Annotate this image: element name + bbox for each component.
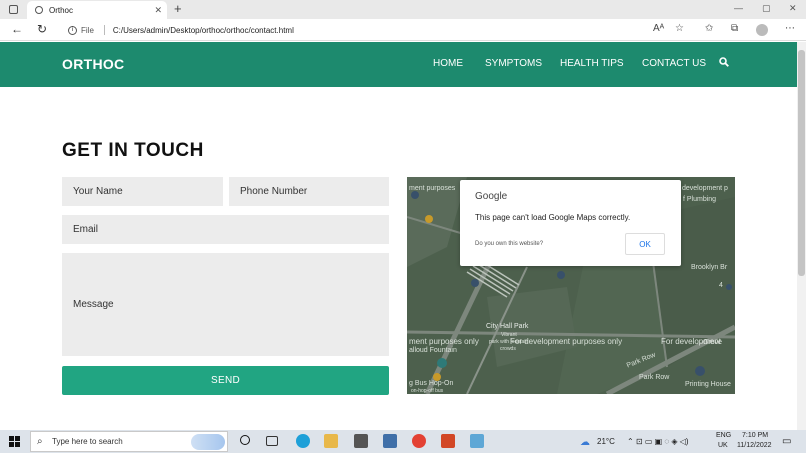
protocol-label: File <box>81 25 94 35</box>
tab-title: Orthoc <box>49 5 74 15</box>
search-icon[interactable] <box>719 57 729 67</box>
close-window-button[interactable]: ✕ <box>789 3 797 14</box>
dialog-ok-button[interactable]: OK <box>625 233 665 255</box>
language-top[interactable]: ENG <box>716 432 731 439</box>
map-label-dev-mid-left: ment purposes only <box>409 337 479 346</box>
task-view-circle-icon[interactable] <box>240 435 250 445</box>
dialog-message: This page can't load Google Maps correct… <box>475 213 631 222</box>
tab-favicon-icon <box>35 6 43 14</box>
powerpoint-icon[interactable] <box>441 434 455 448</box>
site-info-icon[interactable]: i <box>68 25 77 35</box>
settings-more-icon[interactable]: ⋯ <box>785 23 795 34</box>
taskbar-search-text: Type here to search <box>52 437 123 446</box>
search-highlight-icon <box>191 434 225 450</box>
address-bar[interactable]: i File C:/Users/admin/Desktop/orthoc/ort… <box>60 21 700 39</box>
address-divider <box>103 25 105 35</box>
app-icon[interactable] <box>470 434 484 448</box>
language-bottom[interactable]: UK <box>718 442 728 449</box>
collections-icon[interactable]: ⧉ <box>731 23 738 34</box>
send-button[interactable]: SEND <box>62 366 389 395</box>
map-label-printing-house: Printing House <box>685 381 731 388</box>
nav-symptoms[interactable]: SYMPTOMS <box>485 58 542 69</box>
site-header: ORTHOC HOME SYMPTOMS HEALTH TIPS CONTACT… <box>0 42 797 87</box>
map-label-bus-sub: on-hop-off bus <box>411 388 444 394</box>
map-label-crowds: crowds <box>500 346 516 352</box>
scrollbar-thumb[interactable] <box>798 50 805 276</box>
dialog-own-website-link[interactable]: Do you own this website? <box>475 241 543 247</box>
clock-date[interactable]: 11/12/2022 <box>737 442 772 449</box>
new-tab-button[interactable]: + <box>174 1 182 17</box>
browser-toolbar: ← ↻ i File C:/Users/admin/Desktop/orthoc… <box>0 19 806 41</box>
task-view-icon[interactable] <box>266 436 278 446</box>
google-map[interactable]: ment purposes development p f Plumbing B… <box>407 177 735 394</box>
taskbar-search-box[interactable]: ⌕ Type here to search <box>30 431 228 452</box>
map-label-dev-top-left: ment purposes <box>409 185 456 192</box>
app-window-icon[interactable] <box>383 434 397 448</box>
workspaces-icon[interactable] <box>9 5 18 14</box>
maximize-button[interactable]: ▢ <box>762 3 771 14</box>
message-textarea[interactable]: Message <box>62 253 389 356</box>
map-label-num-4: 4 <box>719 282 723 289</box>
page-title: GET IN TOUCH <box>62 140 204 161</box>
refresh-icon[interactable]: ↻ <box>37 22 47 37</box>
phone-input[interactable]: Phone Number <box>229 177 389 206</box>
maps-error-dialog: Google This page can't load Google Maps … <box>460 180 681 266</box>
system-tray-icons[interactable]: ⌃ ⊡ ▭ ▣ ◌ ◈ ◁) <box>627 437 689 446</box>
screen: Orthoc ✕ + — ▢ ✕ ← ↻ i File C:/Users/adm… <box>0 0 806 453</box>
windows-start-icon[interactable] <box>9 436 20 447</box>
browser-tab[interactable]: Orthoc ✕ <box>27 1 167 19</box>
dialog-google-logo: Google <box>475 191 508 202</box>
tab-close-icon[interactable]: ✕ <box>154 5 162 16</box>
chrome-icon[interactable] <box>412 434 426 448</box>
windows-taskbar: ⌕ Type here to search ☁ 21°C ⌃ ⊡ ▭ ▣ ◌ ◈… <box>0 430 806 453</box>
map-label-plumbing: f Plumbing <box>683 196 717 203</box>
clock-time[interactable]: 7:10 PM <box>742 432 768 439</box>
favorites-icon[interactable]: ✩ <box>705 23 713 34</box>
browser-tab-strip: Orthoc ✕ + — ▢ ✕ <box>0 0 806 19</box>
favorite-star-icon[interactable]: ☆ <box>675 23 684 34</box>
weather-cloud-icon[interactable]: ☁ <box>580 437 590 448</box>
nav-contact-us[interactable]: CONTACT US <box>642 58 706 69</box>
site-logo[interactable]: ORTHOC <box>62 56 124 72</box>
mail-icon[interactable] <box>354 434 368 448</box>
weather-temp[interactable]: 21°C <box>597 437 615 446</box>
nav-health-tips[interactable]: HEALTH TIPS <box>560 58 624 69</box>
map-label-fountain: alloud Fountain <box>409 347 457 354</box>
url-text[interactable]: C:/Users/admin/Desktop/orthoc/orthoc/con… <box>113 26 294 35</box>
minimize-button[interactable]: — <box>734 3 743 13</box>
back-icon[interactable]: ← <box>11 22 23 37</box>
email-input[interactable]: Email <box>62 215 389 244</box>
nav-home[interactable]: HOME <box>433 58 463 69</box>
notifications-icon[interactable]: ▭ <box>782 436 791 447</box>
map-label-dev-top-right: development p <box>682 185 728 192</box>
edge-browser-icon[interactable] <box>296 434 310 448</box>
map-label-bus: g Bus Hop-On <box>409 380 454 387</box>
page-scrollbar[interactable] <box>797 42 806 430</box>
map-label-brooklyn: Brooklyn Br <box>691 264 728 271</box>
profile-avatar[interactable] <box>756 24 768 36</box>
map-label-dev-mid-center: For development purposes only <box>510 337 623 346</box>
read-aloud-icon[interactable]: Aᴬ <box>653 23 664 34</box>
name-input[interactable]: Your Name <box>62 177 223 206</box>
file-explorer-icon[interactable] <box>324 434 338 448</box>
map-label-city-hall-park: City Hall Park <box>486 323 529 330</box>
map-label-grove: Grove <box>703 339 723 346</box>
taskbar-search-icon: ⌕ <box>37 436 43 447</box>
map-label-park-row-2: Park Row <box>639 374 670 381</box>
